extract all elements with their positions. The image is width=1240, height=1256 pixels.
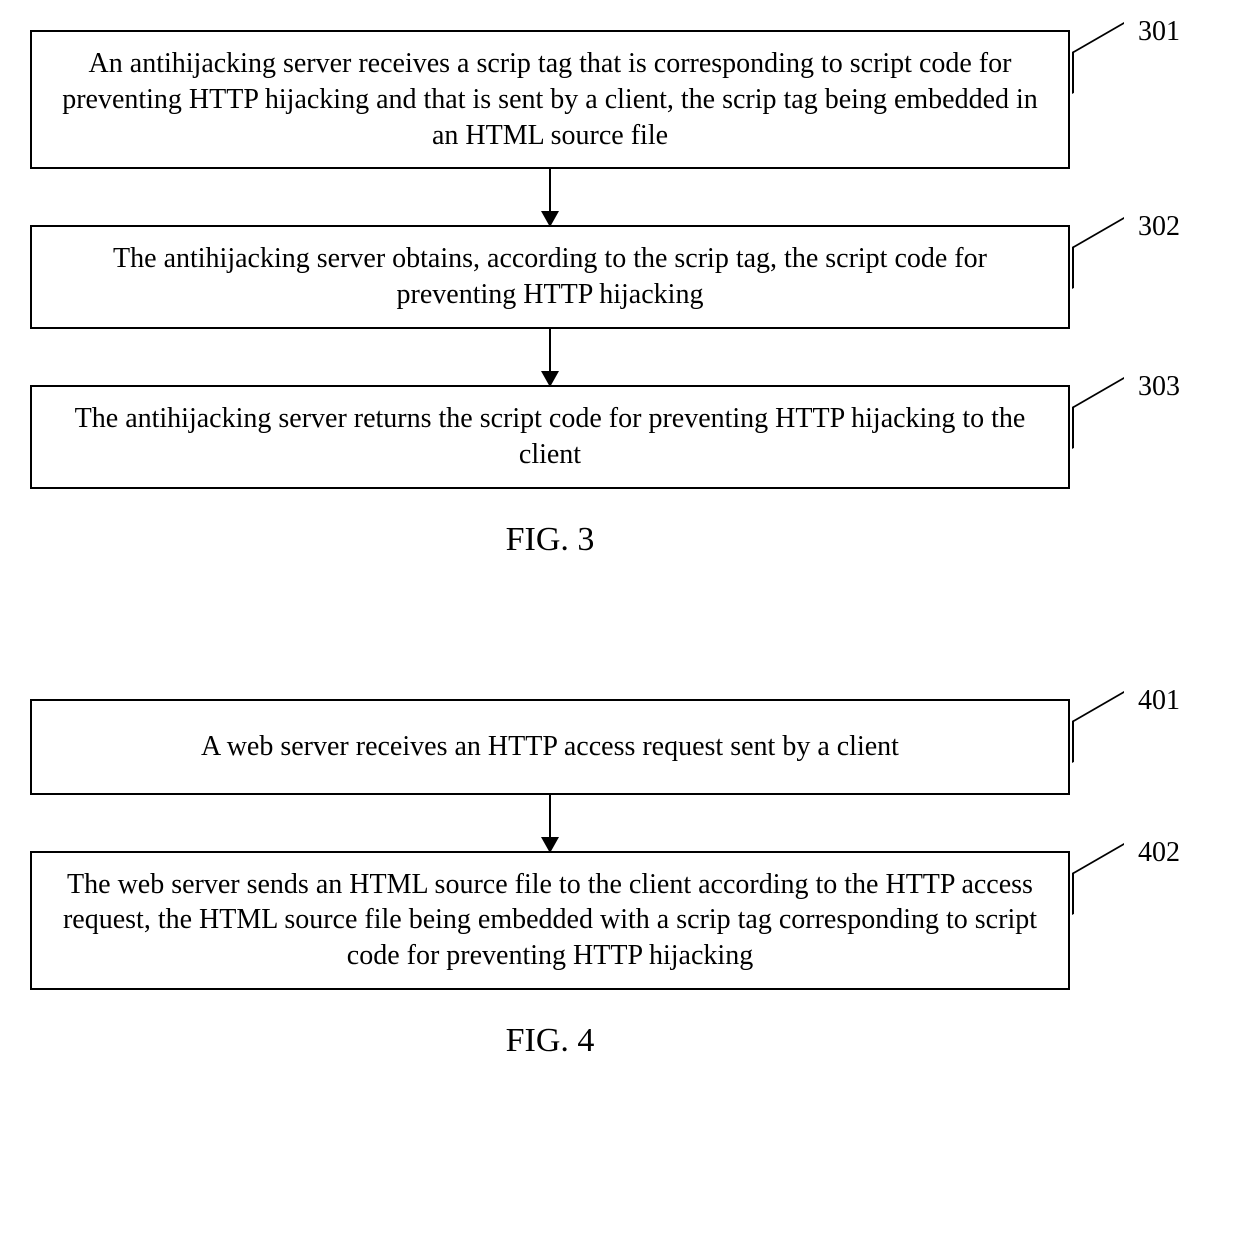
arrow-down: [30, 329, 1070, 385]
step-box: The antihijacking server obtains, accord…: [30, 225, 1070, 329]
step-box: A web server receives an HTTP access req…: [30, 699, 1070, 795]
reference-numeral: 401: [1138, 685, 1180, 717]
reference-numeral: 402: [1138, 837, 1180, 869]
step-box: An antihijacking server receives a scrip…: [30, 30, 1070, 169]
flow-step: The antihijacking server returns the scr…: [30, 385, 1210, 489]
reference-numeral: 303: [1138, 371, 1180, 403]
leader-line: [1072, 217, 1124, 289]
step-box: The antihijacking server returns the scr…: [30, 385, 1070, 489]
figure-3: An antihijacking server receives a scrip…: [30, 30, 1210, 559]
flow-step: The web server sends an HTML source file…: [30, 851, 1210, 990]
step-text: An antihijacking server receives a scrip…: [62, 48, 1038, 151]
flow-step: An antihijacking server receives a scrip…: [30, 30, 1210, 169]
leader-line: [1072, 691, 1124, 763]
arrow-down: [30, 169, 1070, 225]
reference-numeral: 301: [1138, 16, 1180, 48]
reference-numeral: 302: [1138, 211, 1180, 243]
step-text: A web server receives an HTTP access req…: [201, 731, 899, 762]
step-text: The antihijacking server obtains, accord…: [113, 243, 987, 310]
step-text: The web server sends an HTML source file…: [63, 869, 1037, 972]
step-box: The web server sends an HTML source file…: [30, 851, 1070, 990]
flow-step: The antihijacking server obtains, accord…: [30, 225, 1210, 329]
figure-4: A web server receives an HTTP access req…: [30, 699, 1210, 1060]
figure-caption: FIG. 3: [30, 521, 1070, 559]
flow-step: A web server receives an HTTP access req…: [30, 699, 1210, 795]
arrow-down: [30, 795, 1070, 851]
step-text: The antihijacking server returns the scr…: [75, 403, 1026, 470]
leader-line: [1072, 22, 1124, 94]
leader-line: [1072, 843, 1124, 915]
figure-caption: FIG. 4: [30, 1022, 1070, 1060]
leader-line: [1072, 377, 1124, 449]
